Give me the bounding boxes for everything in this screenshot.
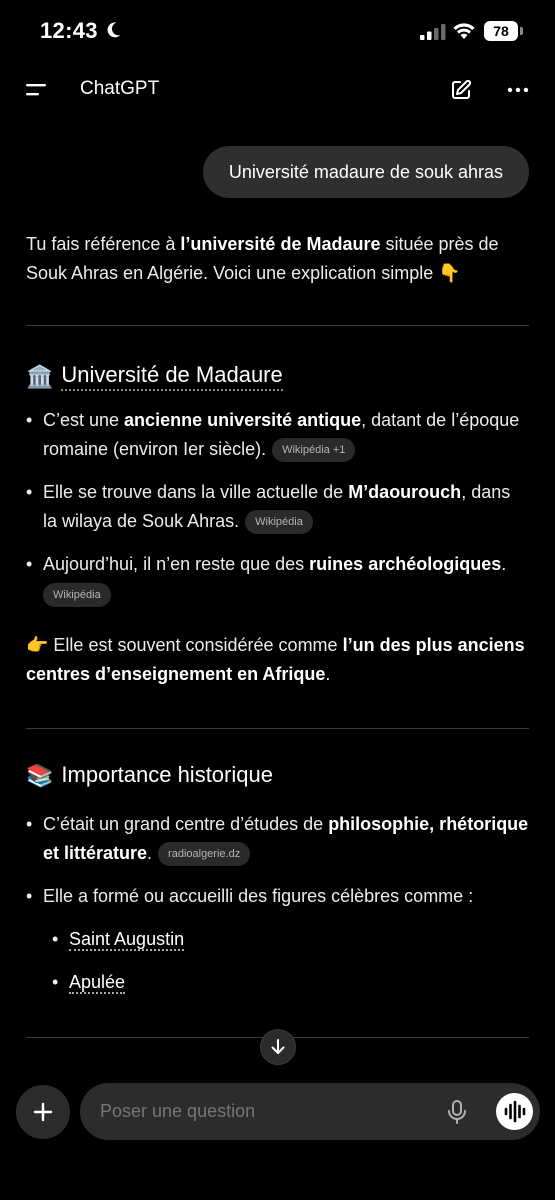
source-chip[interactable]: Wikipédia: [245, 510, 313, 535]
message-input[interactable]: [100, 1083, 430, 1140]
section2-list: C’était un grand centre d’études de phil…: [26, 810, 529, 997]
microphone-icon[interactable]: [445, 1099, 469, 1125]
divider: [26, 325, 529, 326]
battery-cap: [520, 27, 523, 35]
assistant-intro: Tu fais référence à l’université de Mada…: [26, 234, 499, 283]
list-item: Elle a formé ou accueilli des figures cé…: [26, 882, 529, 911]
more-options-icon[interactable]: [506, 78, 530, 102]
cellular-signal-icon: [420, 24, 446, 40]
new-chat-icon[interactable]: [449, 78, 473, 102]
list-item: Elle se trouve dans la ville actuelle de…: [26, 478, 529, 536]
status-bar: 12:43 78: [0, 0, 555, 64]
app-title[interactable]: ChatGPT: [80, 78, 159, 100]
divider: [26, 728, 529, 729]
list-item: Aujourd’hui, il n’en reste que des ruine…: [26, 550, 529, 608]
arrow-down-icon: [271, 1039, 285, 1054]
composer: [80, 1083, 540, 1140]
classical-building-emoji: 🏛️: [26, 363, 54, 389]
pointing-right-emoji: 👉: [26, 635, 49, 655]
wifi-icon: [453, 23, 475, 39]
source-chip[interactable]: radioalgerie.dz: [158, 842, 251, 867]
attach-button[interactable]: [16, 1085, 70, 1139]
plus-icon: [33, 1102, 53, 1122]
section-title: Importance historique: [61, 762, 273, 787]
top-app-bar: ChatGPT: [0, 64, 555, 116]
voice-mode-button[interactable]: [496, 1093, 533, 1130]
books-emoji: 📚: [26, 762, 54, 788]
menu-icon[interactable]: [26, 81, 48, 99]
scroll-down-button[interactable]: [260, 1029, 296, 1065]
section1-list: C’est une ancienne université antique, d…: [26, 406, 529, 608]
apulee-link[interactable]: Apulée: [69, 972, 126, 994]
list-item: C’est une ancienne université antique, d…: [26, 406, 529, 464]
sub-list-item: Saint Augustin: [52, 925, 529, 954]
section-title[interactable]: Université de Madaure: [61, 362, 283, 391]
sub-list-item: Apulée: [52, 968, 529, 997]
source-chip[interactable]: Wikipédia: [43, 583, 111, 608]
moon-icon: [107, 22, 121, 38]
voice-mode-icon: [504, 1100, 526, 1123]
section1-note: 👉 Elle est souvent considérée comme l’un…: [26, 635, 525, 684]
section-heading-madaure: 🏛️ Université de Madaure: [26, 362, 529, 391]
source-chip[interactable]: Wikipédia +1: [272, 438, 356, 463]
status-time: 12:43: [40, 18, 98, 43]
list-item: C’était un grand centre d’études de phil…: [26, 810, 529, 868]
user-message-bubble: Université madaure de souk ahras: [202, 146, 529, 198]
saint-augustin-link[interactable]: Saint Augustin: [69, 929, 185, 951]
battery-icon: 78: [484, 21, 518, 41]
pointing-down-emoji: 👇: [438, 263, 461, 283]
section-heading-importance: 📚 Importance historique: [26, 762, 529, 789]
